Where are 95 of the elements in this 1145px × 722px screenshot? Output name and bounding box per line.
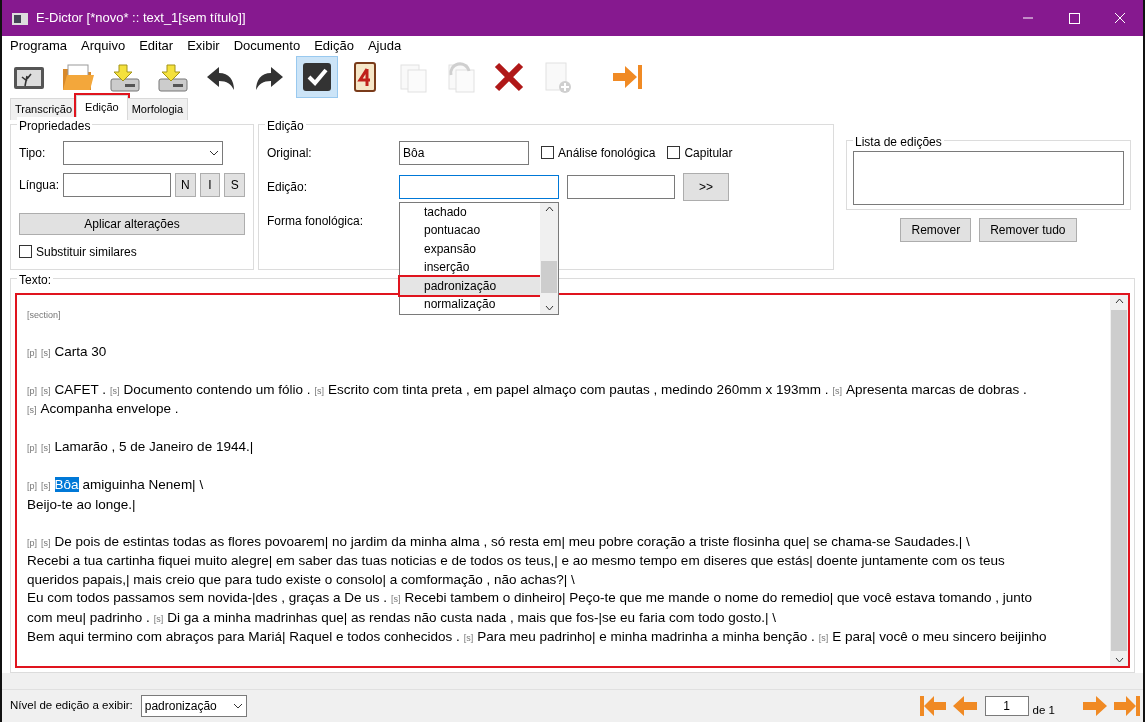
chevron-down-icon bbox=[209, 149, 219, 156]
dropdown-option[interactable]: normalização bbox=[400, 295, 540, 314]
type-select[interactable] bbox=[63, 140, 223, 165]
transcript-text: Beijo-te ao longe.| bbox=[27, 496, 136, 512]
field-label: Tipo: bbox=[19, 144, 47, 162]
menu-item[interactable]: Ajuda bbox=[367, 36, 402, 56]
menu-item[interactable]: Arquivo bbox=[81, 36, 126, 56]
transcript-text: amiguinha Nenem| \ bbox=[82, 477, 204, 492]
transcript-text: Di ga a minha madrinhas que| as rendas não custa nada , mais que fos-|se eu faria com todo gosto.| \ bbox=[167, 609, 776, 625]
markup-tag: [p] bbox=[27, 443, 37, 453]
scroll-up-icon[interactable] bbox=[1114, 297, 1124, 304]
checkmark-icon[interactable] bbox=[296, 55, 338, 98]
transcript-text: Para meu padrinho| e minha madrinha a minha benção . bbox=[477, 629, 815, 644]
field-label: Nível de edição a exibir: bbox=[10, 698, 133, 714]
menu-item[interactable]: Edição bbox=[314, 36, 354, 56]
markup-tag: [p] bbox=[27, 537, 37, 548]
language-field[interactable] bbox=[63, 172, 171, 197]
transcript-text: CAFET . bbox=[54, 381, 107, 397]
markup-tag: [s] bbox=[41, 385, 51, 396]
original-field[interactable]: Bôa bbox=[399, 140, 529, 165]
menu-item[interactable]: Documento bbox=[233, 36, 301, 56]
style-button[interactable]: I bbox=[199, 172, 221, 197]
checkbox[interactable] bbox=[541, 146, 554, 159]
transcript-text: Recebi a tua cartinha fiquei muito alegre| em saber das tuas noticias e de todos os teus,| e ao mesmo tempo em diseres que estás| doente juntamente com os teus bbox=[27, 553, 1005, 568]
transcript-text: Carta 30 bbox=[54, 343, 107, 359]
add-edition-button[interactable]: >> bbox=[683, 172, 729, 201]
checkbox[interactable] bbox=[667, 146, 681, 159]
field-label: Língua: bbox=[19, 176, 59, 194]
checkbox-label: Substituir similares bbox=[36, 243, 137, 261]
transcript-text: com meu| padrinho . bbox=[27, 609, 150, 625]
dropdown-option[interactable]: pontuacao bbox=[400, 221, 540, 240]
markup-tag: [s] bbox=[314, 385, 324, 396]
scroll-thumb[interactable] bbox=[1111, 309, 1127, 651]
level-select[interactable]: padronização bbox=[140, 695, 247, 717]
dropdown-option[interactable]: expansão bbox=[400, 239, 540, 258]
markup-tag: [p] bbox=[27, 347, 37, 358]
remove-button[interactable]: Remover tudo bbox=[979, 217, 1077, 242]
menu-item[interactable]: Programa bbox=[10, 36, 68, 56]
dropdown-option[interactable]: inserção bbox=[400, 258, 540, 277]
markup-tag: [s] bbox=[27, 405, 37, 415]
markup-tag: [p] bbox=[27, 385, 37, 396]
transcript-text: Apresenta marcas de dobras . bbox=[845, 381, 1027, 397]
transcript-text: Eu com todos passamos sem novida-|des , graças a De us . bbox=[27, 590, 387, 605]
transcript-text: Recebi tambem o dinheiro| Peço-te que me mande o nome do remedio| que você estava tomando , junto bbox=[404, 590, 1033, 605]
edit-list-box[interactable] bbox=[853, 150, 1124, 205]
style-button[interactable]: N bbox=[175, 172, 196, 197]
transcript-text: Documento contendo um fólio . bbox=[123, 381, 311, 397]
transcript-text: queridos papais,| mais creio que para tudo existe o consolo| a comformação , não achas?| \ bbox=[27, 571, 575, 587]
select-value: padronização bbox=[144, 698, 217, 715]
menu-item[interactable]: Editar bbox=[139, 36, 174, 56]
remove-button[interactable]: Remover bbox=[900, 217, 972, 242]
transcript-text: Lamarão , 5 de Janeiro de 1944.| bbox=[54, 439, 254, 454]
field-label: Forma fonológica: bbox=[267, 212, 365, 230]
markup-tag: [s] bbox=[832, 385, 842, 396]
close-icon[interactable] bbox=[1113, 12, 1127, 24]
markup-tag: [s] bbox=[41, 443, 51, 453]
transcript-text: Bem aqui termino com abraços para Mariá| Raquel e todos conhecidos . bbox=[27, 629, 460, 644]
transcript-text: De pois de estintas todas as flores povoarem| no jardim da minha alma , só resta em| meu pobre coração a triste flosinha que| se chama-se Saudades.| \ bbox=[54, 533, 970, 549]
transcript-text: E para| você o meu sincero beijinho bbox=[832, 629, 1047, 644]
scroll-down-icon[interactable] bbox=[1114, 657, 1124, 663]
dropdown-option[interactable]: padronização bbox=[400, 276, 540, 295]
scroll-thumb[interactable] bbox=[541, 261, 557, 293]
style-button[interactable]: S bbox=[224, 172, 245, 197]
scroll-up-icon[interactable] bbox=[544, 205, 554, 212]
checkbox-label: Análise fonológica bbox=[558, 144, 656, 162]
selected-word: Bôa bbox=[54, 477, 79, 492]
maximize-icon[interactable] bbox=[1067, 12, 1081, 24]
markup-tag: [s] bbox=[463, 633, 474, 643]
markup-tag: [s] bbox=[41, 481, 51, 491]
checkbox-label: Capitular bbox=[684, 144, 733, 162]
markup-tag: [s] bbox=[390, 594, 401, 604]
transcript-text: Escrito com tinta preta , em papel almaço com pautas , medindo 260mm x 193mm . bbox=[327, 381, 829, 397]
edition-extra-field[interactable] bbox=[567, 174, 675, 199]
chevron-down-icon bbox=[232, 703, 243, 709]
transcript-text: Acompanha envelope . bbox=[40, 401, 179, 416]
dropdown-list[interactable]: tachado pontuacao expansão inserção padronização normalização bbox=[399, 201, 559, 315]
page-field[interactable]: 1 bbox=[984, 696, 1029, 716]
markup-tag: [s] bbox=[41, 537, 51, 548]
apply-button[interactable]: Aplicar alterações bbox=[19, 212, 245, 235]
scroll-down-icon[interactable] bbox=[544, 304, 554, 311]
markup-tag: [p] bbox=[27, 481, 37, 491]
menu-item[interactable]: Exibir bbox=[187, 36, 220, 56]
markup-tag: [s] bbox=[153, 613, 164, 624]
checkbox[interactable] bbox=[19, 245, 32, 258]
edition-field[interactable] bbox=[399, 174, 559, 199]
dropdown-option[interactable]: tachado bbox=[400, 202, 540, 221]
tab[interactable]: Morfologia bbox=[126, 98, 189, 120]
markup-tag: [s] bbox=[41, 347, 51, 358]
field-label: Edição: bbox=[267, 178, 309, 196]
markup-tag: [s] bbox=[110, 385, 120, 396]
field-label: Original: bbox=[267, 144, 313, 162]
window-title: E-Dictor [*novo* :: text_1[sem título]] bbox=[36, 9, 247, 28]
markup-tag: [section] bbox=[27, 309, 61, 320]
page-total: de 1 bbox=[1032, 703, 1055, 718]
markup-tag: [s] bbox=[818, 633, 829, 643]
